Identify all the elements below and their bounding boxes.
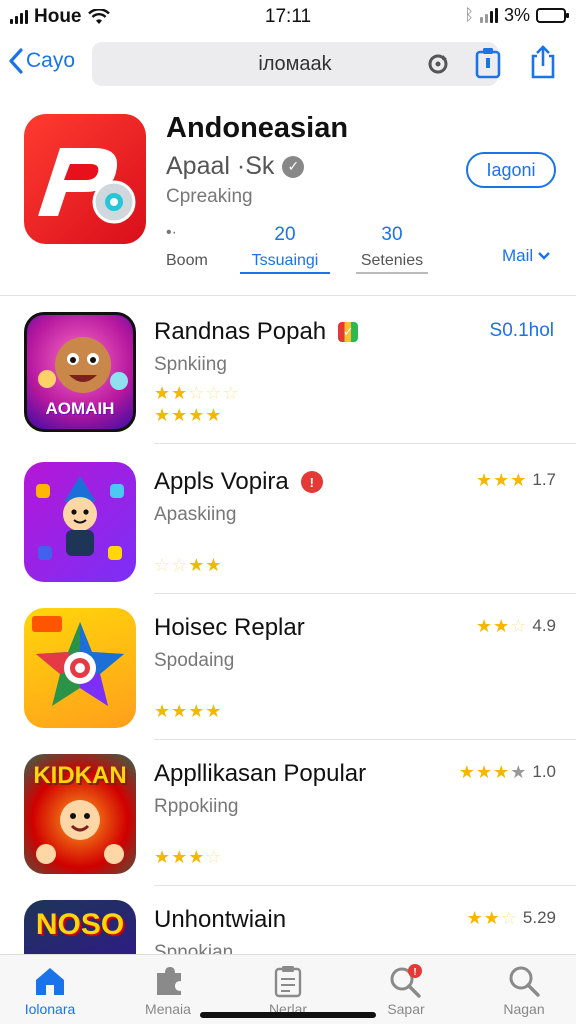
home-indicator[interactable]	[200, 1012, 376, 1018]
list-item[interactable]: Appls Vopira ! ★ ★ ★ 1.7 Apaskiing ☆ ☆ ★ ★	[0, 448, 576, 594]
battery-percent: 3%	[503, 5, 530, 25]
rating-value: 5.29	[522, 908, 556, 927]
url-text: iлoмaak	[258, 52, 332, 75]
featured-app-developer: Cpreaking	[166, 186, 253, 207]
tab-menaia[interactable]: Menaia	[118, 963, 218, 1017]
list-item[interactable]: AOMAIH Randnas Popah ✓ S0.1hol Spnkiing …	[0, 298, 576, 444]
star-rating-top: ★ ★ ☆ ☆ ☆	[154, 383, 239, 403]
app-badge-icon: ✓	[338, 322, 359, 342]
stat-ratings[interactable]: 20 Tssuaingi	[240, 224, 330, 274]
app-developer: Apaskiing	[154, 504, 237, 525]
status-bar: Houe 17:11 ᛒ 3%	[0, 0, 576, 34]
alert-badge-icon: !	[300, 471, 323, 493]
star-rating: ★ ★ ★ ★	[154, 405, 222, 425]
address-bar[interactable]: iлoмaak	[92, 42, 498, 86]
stat-value: 30	[381, 224, 403, 245]
tabs-icon[interactable]	[474, 46, 502, 80]
star-rating: ★ ★ ★ ☆	[154, 847, 222, 867]
app-icon: KIDKAN	[24, 754, 136, 874]
puzzle-icon	[157, 967, 181, 995]
stat-value: 20	[274, 224, 296, 245]
featured-app-title: Andoneasian	[166, 112, 349, 144]
cell-signal-icon	[479, 7, 498, 23]
tab-home[interactable]: Iolonara	[0, 963, 100, 1017]
list-item[interactable]: Hoisec Replar ★ ★ ☆ 4.9 Spodaing ★ ★ ★ ★	[0, 594, 576, 740]
app-name: Appls Vopira !	[154, 468, 323, 496]
app-name-text: Appls Vopira	[154, 468, 289, 495]
rating-value: 1.0	[532, 762, 556, 781]
stat-label: Boom	[166, 252, 208, 269]
app-rating: ★ ★ ★ ★ 1.0	[458, 762, 556, 782]
app-name-text: Appllikasan Popular	[154, 760, 367, 787]
app-icon-text: AOMAIH	[45, 399, 115, 418]
verified-icon: ✓	[282, 155, 305, 178]
search-icon	[509, 966, 540, 997]
get-button[interactable]: Iagoni	[466, 152, 556, 188]
chevron-left-icon	[9, 48, 23, 74]
rating-value: 1.7	[532, 470, 556, 489]
app-name-text: Randnas Popah	[154, 318, 327, 345]
app-name: Appllikasan Popular	[154, 760, 366, 788]
app-rating: ★ ★ ★ 1.7	[475, 470, 556, 490]
stat-label: Tssuaingi	[240, 252, 330, 274]
battery-icon	[536, 8, 569, 23]
navigation-bar: Cayo iлoмaak	[0, 36, 576, 92]
app-rating: ★ ★ ☆ 5.29	[466, 908, 556, 928]
back-button[interactable]: Cayo	[8, 48, 75, 74]
app-name-text: Hoisec Replar	[154, 614, 305, 641]
app-name-text: Unhontwiain	[154, 906, 287, 933]
rating-value: 4.9	[532, 616, 556, 635]
clipboard-icon	[274, 966, 302, 998]
star-rating: ☆ ☆ ★ ★	[154, 555, 222, 575]
app-price[interactable]: S0.1hol	[490, 320, 554, 342]
star-rating: ★ ★ ★ ★	[154, 701, 222, 721]
more-label: Mail	[502, 246, 534, 265]
star-logo-icon	[32, 616, 124, 706]
stat-label: Setenies	[356, 252, 428, 274]
app-icon-text: NOSO	[35, 908, 125, 941]
chevron-down-icon	[538, 252, 551, 260]
list-item[interactable]: KIDKAN Appllikasan Popular ★ ★ ★ ★ 1.0 Rppo…	[0, 740, 576, 886]
character-icon	[36, 476, 124, 560]
search-badge-icon: !	[390, 964, 422, 998]
app-developer: Spodaing	[154, 650, 235, 671]
home-icon	[36, 968, 64, 995]
app-developer: Spnkiing	[154, 354, 227, 375]
featured-subtitle-text: Apaal ·Sk	[166, 152, 275, 180]
app-logo-icon	[38, 148, 136, 224]
app-icon: AOMAIH	[24, 312, 136, 432]
stat-dots-icon: •·	[166, 224, 177, 241]
app-name: Randnas Popah ✓	[154, 318, 359, 346]
back-label: Cayo	[26, 49, 76, 72]
bluetooth-icon: ᛒ	[464, 6, 474, 24]
more-dropdown[interactable]: Mail	[502, 246, 551, 266]
featured-app: Andoneasian Apaal ·Sk ✓ Cpreaking Iagoni…	[0, 100, 576, 296]
stat-boom[interactable]: •· Boom	[166, 224, 212, 270]
tab-sapar[interactable]: ! Sapar	[356, 963, 456, 1017]
app-developer: Rppokiing	[154, 796, 239, 817]
stat-series[interactable]: 30 Setenies	[356, 224, 428, 274]
tab-nerlar[interactable]: Nerlar	[238, 963, 338, 1017]
app-icon-text: KIDKAN	[33, 762, 127, 789]
tab-label: Nagan	[503, 1001, 545, 1017]
tab-label: Iolonara	[24, 1001, 76, 1017]
app-icon	[24, 462, 136, 582]
svg-text:!: !	[413, 967, 416, 978]
featured-stats: •· Boom 20 Tssuaingi 30 Setenies Mail	[166, 224, 556, 284]
featured-app-icon[interactable]	[24, 114, 146, 244]
reload-icon[interactable]	[426, 52, 450, 76]
app-rating: ★ ★ ☆ 4.9	[475, 616, 556, 636]
featured-app-subtitle: Apaal ·Sk ✓	[166, 152, 305, 181]
app-name: Unhontwiain	[154, 906, 286, 934]
tab-nagan[interactable]: Nagan	[474, 963, 574, 1017]
status-right: ᛒ 3%	[464, 5, 569, 26]
app-icon	[24, 608, 136, 728]
app-name: Hoisec Replar	[154, 614, 305, 642]
share-icon[interactable]	[528, 44, 558, 80]
